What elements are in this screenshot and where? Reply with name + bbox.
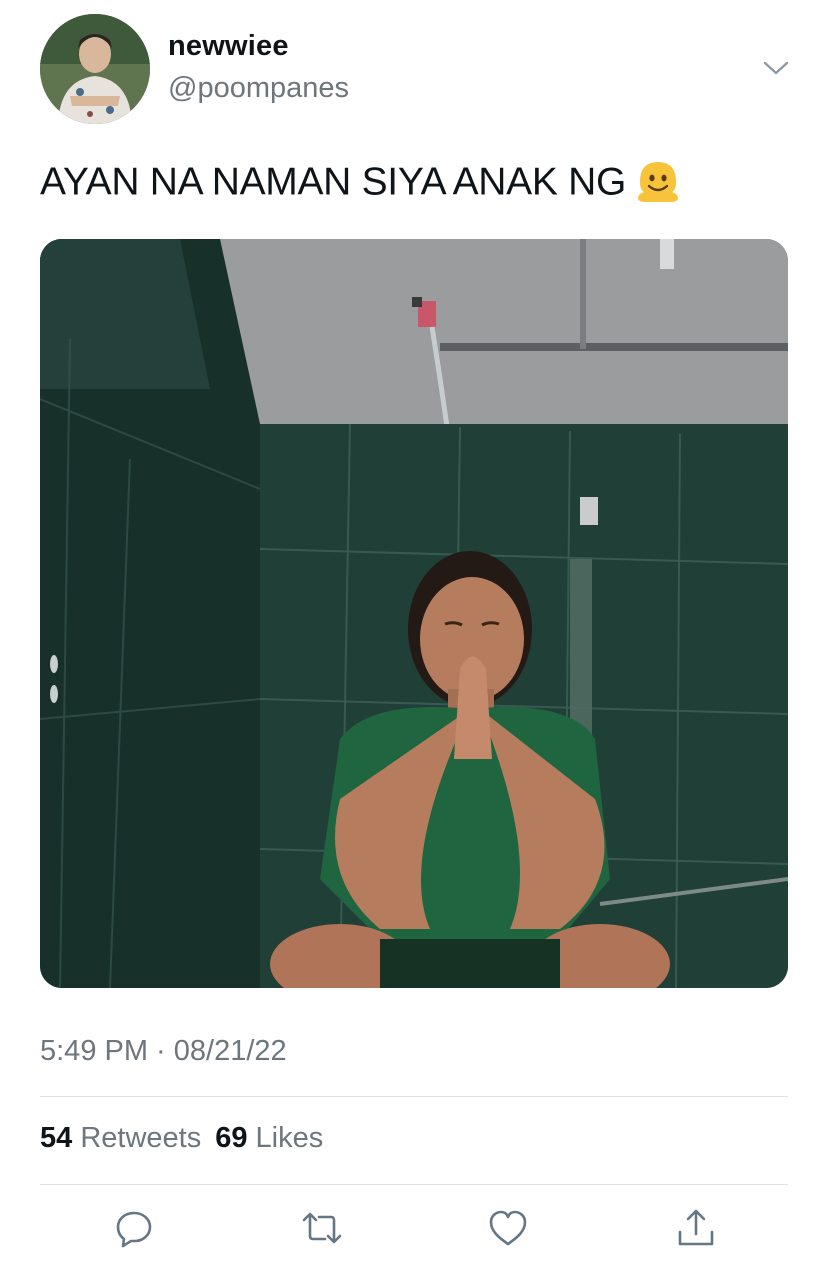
chevron-down-icon[interactable]: [762, 56, 790, 80]
retweets-stat[interactable]: 54 Retweets: [40, 1122, 201, 1154]
tweet-timestamp[interactable]: 5:49 PM · 08/21/22: [40, 1035, 287, 1068]
tweet-media-photo[interactable]: [40, 239, 788, 988]
display-name[interactable]: newwiee: [168, 30, 289, 63]
melting-face-emoji-icon: [634, 156, 682, 204]
likes-count: 69: [215, 1122, 248, 1154]
retweets-label: Retweets: [80, 1122, 202, 1154]
tweet-text: AYAN NA NAMAN SIYA ANAK NG: [40, 160, 682, 208]
divider: [40, 1096, 788, 1097]
retweets-count: 54: [40, 1122, 73, 1154]
divider: [40, 1184, 788, 1185]
likes-label: Likes: [255, 1122, 324, 1154]
likes-stat[interactable]: 69 Likes: [215, 1122, 323, 1154]
user-handle[interactable]: @poompanes: [168, 72, 349, 105]
tweet-stats: 54 Retweets 69 Likes: [40, 1122, 323, 1155]
share-icon[interactable]: [674, 1206, 718, 1250]
tweet-text-content: AYAN NA NAMAN SIYA ANAK NG: [40, 160, 627, 204]
heart-icon[interactable]: [486, 1206, 530, 1250]
retweet-icon[interactable]: [300, 1206, 344, 1250]
avatar[interactable]: [40, 14, 150, 124]
reply-icon[interactable]: [112, 1206, 156, 1250]
